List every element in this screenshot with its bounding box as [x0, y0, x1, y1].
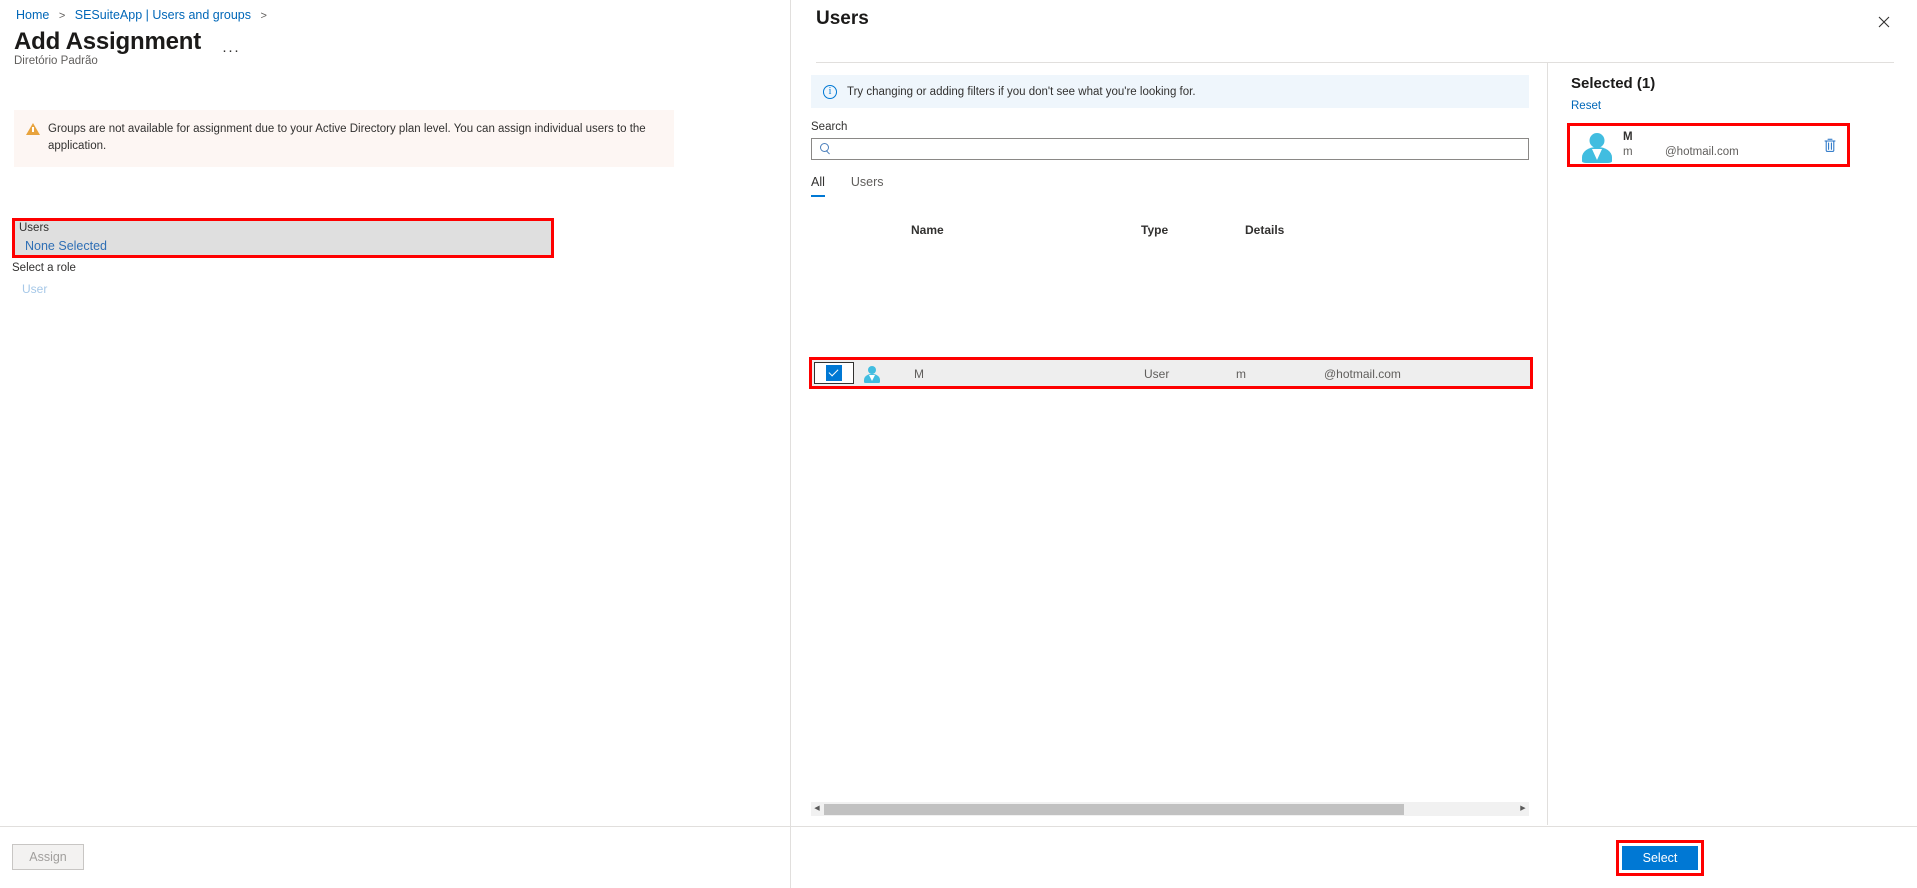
table-header: Name Type Details — [811, 223, 1529, 247]
scrollbar-thumb[interactable] — [824, 803, 1404, 815]
search-box[interactable] — [811, 138, 1529, 160]
breadcrumb: Home > SESuiteApp | Users and groups > — [16, 8, 273, 22]
horizontal-scrollbar[interactable]: ◀ ▶ — [811, 802, 1529, 816]
breadcrumb-item-home[interactable]: Home — [16, 8, 49, 22]
checkbox-checked-icon — [826, 365, 842, 381]
highlight-box-selected-item: M m @hotmail.com — [1567, 123, 1850, 167]
selected-column: Selected (1) Reset M m @hotmail.com — [1549, 63, 1917, 825]
users-picker-field[interactable]: Users None Selected — [12, 218, 554, 258]
scroll-left-arrow-icon[interactable]: ◀ — [811, 802, 823, 816]
column-header-details[interactable]: Details — [1245, 223, 1284, 237]
select-role-label: Select a role — [12, 262, 76, 274]
column-header-type[interactable]: Type — [1141, 223, 1168, 237]
page-subtitle: Diretório Padrão — [14, 55, 98, 67]
more-options-button[interactable]: ··· — [222, 42, 240, 59]
reset-link[interactable]: Reset — [1571, 100, 1601, 112]
filter-tabs: All Users — [811, 175, 884, 197]
page-title: Add Assignment — [14, 28, 201, 55]
tab-users[interactable]: Users — [851, 175, 884, 197]
users-list-column: i Try changing or adding filters if you … — [791, 63, 1548, 825]
assign-button[interactable]: Assign — [12, 844, 84, 870]
scroll-right-arrow-icon[interactable]: ▶ — [1517, 802, 1529, 816]
tab-all[interactable]: All — [811, 175, 825, 197]
select-button[interactable]: Select — [1622, 846, 1698, 870]
highlight-box-table-row: M User m @hotmail.com — [809, 357, 1533, 389]
warning-banner: Groups are not available for assignment … — [14, 110, 674, 167]
users-blade: Users i Try changing or adding filters i… — [790, 0, 1917, 888]
cell-detail-user: m — [1236, 367, 1246, 381]
row-checkbox[interactable] — [814, 362, 854, 384]
selected-count-title: Selected (1) — [1571, 75, 1656, 92]
cell-name: M — [914, 367, 924, 381]
select-role-value[interactable]: User — [22, 282, 47, 296]
search-input[interactable] — [832, 140, 1528, 158]
close-icon[interactable] — [1869, 10, 1899, 38]
breadcrumb-separator: > — [58, 10, 66, 22]
search-icon — [820, 143, 832, 155]
breadcrumb-item-sesuiteapp[interactable]: SESuiteApp | Users and groups — [75, 8, 251, 22]
selected-item-sub: m — [1623, 146, 1633, 158]
info-circle-icon: i — [823, 84, 837, 99]
info-banner-text: Try changing or adding filters if you do… — [847, 85, 1196, 98]
info-banner: i Try changing or adding filters if you … — [811, 75, 1529, 108]
users-picker-label: Users — [19, 222, 50, 234]
left-footer-divider — [0, 826, 790, 827]
person-icon — [1582, 133, 1612, 163]
users-picker-value[interactable]: None Selected — [25, 239, 107, 253]
add-assignment-pane: Home > SESuiteApp | Users and groups > A… — [0, 0, 790, 888]
selected-item-domain: @hotmail.com — [1665, 146, 1739, 158]
highlight-box-select-button: Select — [1616, 840, 1704, 876]
column-header-name[interactable]: Name — [911, 223, 944, 237]
person-icon — [864, 366, 880, 383]
blade-title: Users — [816, 8, 869, 29]
blade-footer-divider — [791, 826, 1917, 827]
search-label: Search — [811, 121, 848, 133]
warning-banner-text: Groups are not available for assignment … — [48, 123, 646, 153]
breadcrumb-separator-2: > — [260, 10, 267, 22]
cell-type: User — [1144, 367, 1170, 381]
warning-triangle-icon — [26, 123, 40, 135]
trash-icon[interactable] — [1823, 137, 1837, 153]
cell-detail-domain: @hotmail.com — [1324, 367, 1401, 381]
table-row[interactable]: M User m @hotmail.com — [812, 360, 1530, 386]
selected-item-name: M — [1623, 131, 1633, 143]
